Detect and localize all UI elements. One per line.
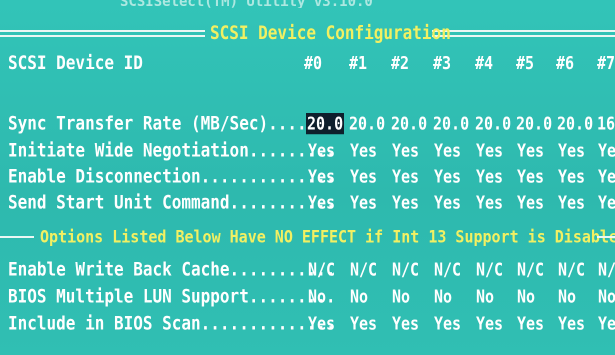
disconnect-dev4-field[interactable]: Yes [476,166,503,187]
device-id-6: #6 [556,52,575,74]
device-id-0: #0 [304,52,323,74]
wide-neg-dev1-field[interactable]: Yes [350,140,377,161]
write-back-dev5-field[interactable]: N/C [517,259,544,280]
wide-neg-dev4-field[interactable]: Yes [476,140,503,161]
disconnect-dev1-field[interactable]: Yes [350,166,377,187]
bios-multiple-lun-support-label: BIOS Multiple LUN Support......... [8,285,336,308]
bios-scan-dev7-field[interactable]: Ye [598,313,615,334]
include-in-bios-scan-label: Include in BIOS Scan.............. [8,312,336,335]
device-id-5: #5 [516,52,535,74]
disconnect-dev6-field[interactable]: Yes [558,166,585,187]
bios-scan-dev5-field[interactable]: Yes [517,313,544,334]
bios-screen: SCSISelect(TM) Utility v3.10.0 SCSI Devi… [0,0,615,355]
device-id-3: #3 [433,52,452,74]
sync-rate-dev5-field[interactable]: 20.0 [516,113,552,134]
start-unit-dev4-field[interactable]: Yes [476,192,503,213]
disconnect-dev0-field[interactable]: Yes [308,166,335,187]
sync-rate-dev3-field[interactable]: 20.0 [433,113,469,134]
write-back-dev0-field[interactable]: N/C [308,259,335,280]
wide-neg-dev6-field[interactable]: Yes [558,140,585,161]
wide-neg-dev5-field[interactable]: Yes [517,140,544,161]
start-unit-dev5-field[interactable]: Yes [517,192,544,213]
sync-rate-dev6-field[interactable]: 20.0 [557,113,593,134]
multi-lun-dev5-field[interactable]: No [517,286,535,307]
start-unit-dev3-field[interactable]: Yes [434,192,461,213]
disconnect-dev7-field[interactable]: Ye [598,166,615,187]
notice-rule-left [0,236,34,241]
scsi-device-id-label: SCSI Device ID [8,51,143,74]
bios-scan-dev6-field[interactable]: Yes [558,313,585,334]
write-back-dev6-field[interactable]: N/C [558,259,585,280]
device-id-2: #2 [391,52,410,74]
sync-rate-dev2-field[interactable]: 20.0 [391,113,427,134]
header-rule-right [432,30,615,37]
multi-lun-dev3-field[interactable]: No [434,286,452,307]
wide-neg-dev3-field[interactable]: Yes [434,140,461,161]
multi-lun-dev6-field[interactable]: No [558,286,576,307]
disconnect-dev5-field[interactable]: Yes [517,166,544,187]
sync-rate-dev4-field[interactable]: 20.0 [475,113,511,134]
multi-lun-dev4-field[interactable]: No [476,286,494,307]
device-id-4: #4 [475,52,494,74]
disconnect-dev2-field[interactable]: Yes [392,166,419,187]
write-back-dev3-field[interactable]: N/C [434,259,461,280]
bios-scan-dev3-field[interactable]: Yes [434,313,461,334]
device-id-1: #1 [349,52,368,74]
bios-scan-dev4-field[interactable]: Yes [476,313,503,334]
bios-scan-dev2-field[interactable]: Yes [392,313,419,334]
int13-notice: Options Listed Below Have NO EFFECT if I… [40,226,615,248]
wide-neg-dev0-field[interactable]: Yes [308,140,335,161]
start-unit-dev1-field[interactable]: Yes [350,192,377,213]
send-start-unit-command-label: Send Start Unit Command........... [8,191,336,214]
multi-lun-dev2-field[interactable]: No [392,286,410,307]
header-rule-left [0,30,205,37]
write-back-dev4-field[interactable]: N/C [476,259,503,280]
start-unit-dev6-field[interactable]: Yes [558,192,585,213]
start-unit-dev0-field[interactable]: Yes [308,192,335,213]
wide-neg-dev2-field[interactable]: Yes [392,140,419,161]
enable-disconnection-label: Enable Disconnection.............. [8,165,336,188]
write-back-dev7-field[interactable]: N/ [598,259,615,280]
disconnect-dev3-field[interactable]: Yes [434,166,461,187]
sync-rate-dev7-field[interactable]: 16 [597,113,615,134]
write-back-dev2-field[interactable]: N/C [392,259,419,280]
start-unit-dev2-field[interactable]: Yes [392,192,419,213]
multi-lun-dev1-field[interactable]: No [350,286,368,307]
sync-rate-dev1-field[interactable]: 20.0 [349,113,385,134]
section-title: SCSI Device Configuration [210,21,451,44]
enable-write-back-cache-label: Enable Write Back Cache........... [8,258,336,281]
multi-lun-dev0-field[interactable]: No [308,286,326,307]
bios-scan-dev1-field[interactable]: Yes [350,313,377,334]
wide-neg-dev7-field[interactable]: Ye [598,140,615,161]
sync-rate-dev0-field[interactable]: 20.0 [306,113,345,135]
sync-transfer-rate-label: Sync Transfer Rate (MB/Sec)....... [8,112,336,135]
write-back-dev1-field[interactable]: N/C [350,259,377,280]
multi-lun-dev7-field[interactable]: No [598,286,615,307]
bios-scan-dev0-field[interactable]: Yes [308,313,335,334]
device-id-7: #7 [597,52,615,74]
initiate-wide-negotiation-label: Initiate Wide Negotiation......... [8,139,336,162]
start-unit-dev7-field[interactable]: Ye [598,192,615,213]
notice-rule-right [597,236,615,241]
utility-title: SCSISelect(TM) Utility v3.10.0 [120,0,373,8]
